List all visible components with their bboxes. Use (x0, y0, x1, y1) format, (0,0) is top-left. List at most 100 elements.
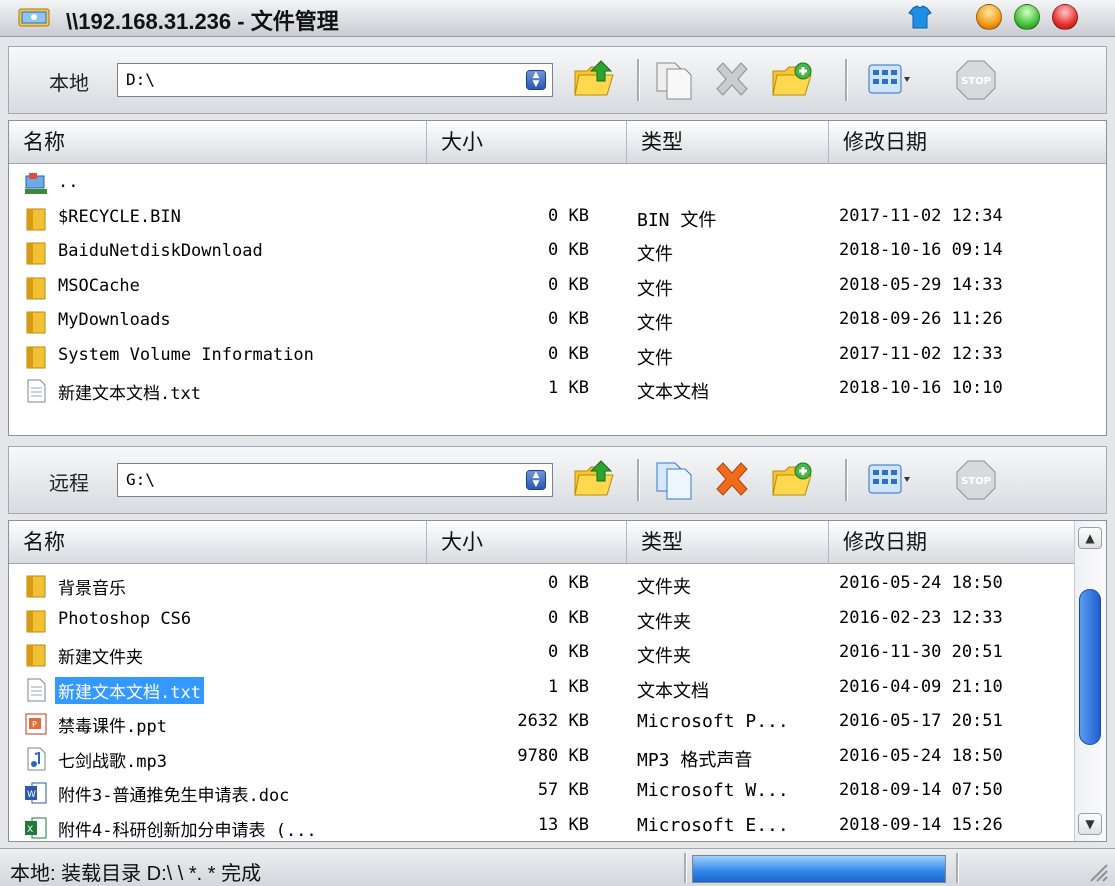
column-header-name[interactable]: 名称 (9, 521, 427, 563)
column-header-date[interactable]: 修改日期 (829, 121, 1106, 163)
progress-bar (692, 855, 946, 883)
file-name: 新建文本文档.txt (55, 676, 204, 704)
file-manager-window: \\192.168.31.236 - 文件管理 本地 D:\ ▲ ▼ STOP … (0, 0, 1115, 886)
list-item[interactable]: 新建文本文档.txt 1 KB 文本文档 2018-10-16 10:10 (9, 374, 1049, 408)
list-item[interactable]: Photoshop CS6 0 KB 文件夹 2016-02-23 12:33 (9, 604, 1049, 638)
remote-up-folder-button[interactable] (571, 457, 617, 503)
remote-path-combo[interactable]: G:\ ▲ ▼ (117, 463, 553, 497)
list-item[interactable]: 新建文件夹 0 KB 文件夹 2016-11-30 20:51 (9, 638, 1049, 672)
close-button[interactable] (1052, 4, 1078, 30)
excel-file-icon: X (23, 815, 49, 841)
file-modified-date: 2018-09-26 11:26 (839, 309, 1003, 329)
file-size: 9780 KB (517, 745, 589, 766)
file-modified-date: 2016-05-17 20:51 (839, 711, 1003, 731)
file-type: 文本文档 (637, 382, 709, 403)
list-item[interactable]: 新建文本文档.txt 1 KB 文本文档 2016-04-09 21:10 (9, 673, 1049, 707)
local-up-folder-button[interactable] (571, 57, 617, 103)
remote-stop-button[interactable]: STOP (953, 457, 999, 503)
file-name: 背景音乐 (58, 579, 126, 599)
file-name: 附件3-普通推免生申请表.doc (58, 786, 290, 806)
local-new-folder-button[interactable] (769, 57, 815, 103)
column-header-size[interactable]: 大小 (427, 521, 627, 563)
word-file-icon: W (23, 780, 49, 806)
file-type: 文件夹 (637, 611, 691, 633)
file-size: 0 KB (548, 573, 589, 593)
local-view-mode-button[interactable] (865, 57, 911, 103)
file-modified-date: 2016-04-09 21:10 (839, 676, 1003, 697)
folder-icon (23, 275, 49, 301)
file-name: Photoshop CS6 (58, 608, 192, 629)
file-name: 新建文件夹 (58, 648, 143, 668)
remote-path-value: G:\ (126, 470, 155, 489)
scroll-down-arrow-icon[interactable]: ▼ (1078, 813, 1102, 835)
local-path-combo[interactable]: D:\ ▲ ▼ (117, 63, 553, 97)
mp3-file-icon (23, 746, 49, 772)
title-bar[interactable]: \\192.168.31.236 - 文件管理 (0, 0, 1115, 37)
folder-icon (23, 240, 49, 266)
remote-copy-button[interactable] (651, 457, 697, 503)
file-name: .. (58, 172, 79, 192)
file-name: 禁毒课件.ppt (58, 717, 167, 737)
column-header-date[interactable]: 修改日期 (829, 521, 1074, 563)
list-item[interactable]: MSOCache 0 KB 文件 2018-05-29 14:33 (9, 271, 1049, 305)
file-name: MSOCache (58, 275, 140, 296)
file-modified-date: 2018-09-14 07:50 (839, 780, 1003, 800)
ppt-file-icon: P (23, 711, 49, 737)
list-item[interactable]: W 附件3-普通推免生申请表.doc 57 KB Microsoft W... 2018… (9, 776, 1049, 810)
local-file-list[interactable]: 名称 大小 类型 修改日期 .. $RECYCLE.BIN 0 KB BIN 文件 20… (8, 120, 1107, 436)
file-modified-date: 2016-11-30 20:51 (839, 642, 1003, 662)
svg-text:STOP: STOP (961, 476, 991, 487)
column-header-type[interactable]: 类型 (627, 121, 829, 163)
scroll-up-arrow-icon[interactable]: ▲ (1078, 527, 1102, 549)
file-size: 0 KB (548, 642, 589, 662)
folder-icon (23, 344, 49, 370)
text-file-icon (23, 378, 49, 404)
maximize-button[interactable] (1014, 4, 1040, 30)
skin-shirt-icon[interactable] (905, 2, 935, 32)
column-header-type[interactable]: 类型 (627, 521, 829, 563)
remote-file-list[interactable]: 名称 大小 类型 修改日期 背景音乐 0 KB 文件夹 2016-05-24 18:5… (8, 520, 1107, 842)
list-item[interactable]: $RECYCLE.BIN 0 KB BIN 文件 2017-11-02 12:34 (9, 202, 1049, 236)
list-item[interactable]: P 禁毒课件.ppt 2632 KB Microsoft P... 2016-05-17… (9, 707, 1049, 741)
remote-vertical-scrollbar[interactable]: ▲ ▼ (1074, 521, 1106, 841)
file-size: 57 KB (537, 780, 589, 800)
list-item[interactable]: X 附件4-科研创新加分申请表 (... 13 KB Microsoft E... 20… (9, 811, 1049, 842)
file-name: 七剑战歌.mp3 (58, 751, 167, 772)
file-modified-date: 2018-10-16 09:14 (839, 240, 1003, 260)
file-modified-date: 2017-11-02 12:33 (839, 343, 1003, 364)
file-name: System Volume Information (58, 344, 314, 365)
local-delete-button[interactable] (709, 57, 755, 103)
file-type: 文本文档 (637, 680, 709, 702)
file-modified-date: 2018-05-29 14:33 (839, 274, 1003, 295)
status-text: 本地: 装载目录 D:\ \ *. * 完成 (10, 863, 262, 885)
column-header-name[interactable]: 名称 (9, 121, 427, 163)
combo-spin-icon[interactable]: ▲ ▼ (526, 70, 546, 90)
remote-delete-button[interactable] (709, 457, 755, 503)
local-copy-button[interactable] (651, 57, 697, 103)
file-modified-date: 2016-02-23 12:33 (839, 607, 1003, 628)
minimize-button[interactable] (976, 4, 1002, 30)
status-bar: 本地: 装载目录 D:\ \ *. * 完成 (0, 848, 1115, 886)
local-label: 本地 (49, 71, 89, 95)
remote-toolbar: 远程 G:\ ▲ ▼ STOP (8, 446, 1107, 514)
local-stop-button[interactable]: STOP (953, 57, 999, 103)
remote-new-folder-button[interactable] (769, 457, 815, 503)
file-type: 文件夹 (637, 577, 691, 598)
column-header-size[interactable]: 大小 (427, 121, 627, 163)
file-size: 0 KB (548, 240, 589, 260)
svg-text:X: X (27, 825, 33, 835)
file-name: 附件4-科研创新加分申请表 (... (58, 820, 317, 841)
list-item[interactable]: BaiduNetdiskDownload 0 KB 文件 2018-10-16 09:… (9, 236, 1049, 270)
list-item[interactable]: MyDownloads 0 KB 文件 2018-09-26 11:26 (9, 305, 1049, 339)
list-item[interactable]: 七剑战歌.mp3 9780 KB MP3 格式声音 2016-05-24 18:50 (9, 742, 1049, 776)
remote-list-header: 名称 大小 类型 修改日期 (9, 521, 1074, 564)
list-item[interactable]: .. (9, 167, 1049, 201)
window-title: \\192.168.31.236 - 文件管理 (66, 9, 339, 34)
resize-grip-icon[interactable] (1085, 859, 1109, 883)
file-type: BIN 文件 (637, 209, 717, 231)
combo-spin-icon[interactable]: ▲ ▼ (526, 470, 546, 490)
scrollbar-thumb[interactable] (1079, 589, 1101, 745)
remote-view-mode-button[interactable] (865, 457, 911, 503)
list-item[interactable]: 背景音乐 0 KB 文件夹 2016-05-24 18:50 (9, 569, 1049, 603)
list-item[interactable]: System Volume Information 0 KB 文件 2017-11-0… (9, 340, 1049, 374)
